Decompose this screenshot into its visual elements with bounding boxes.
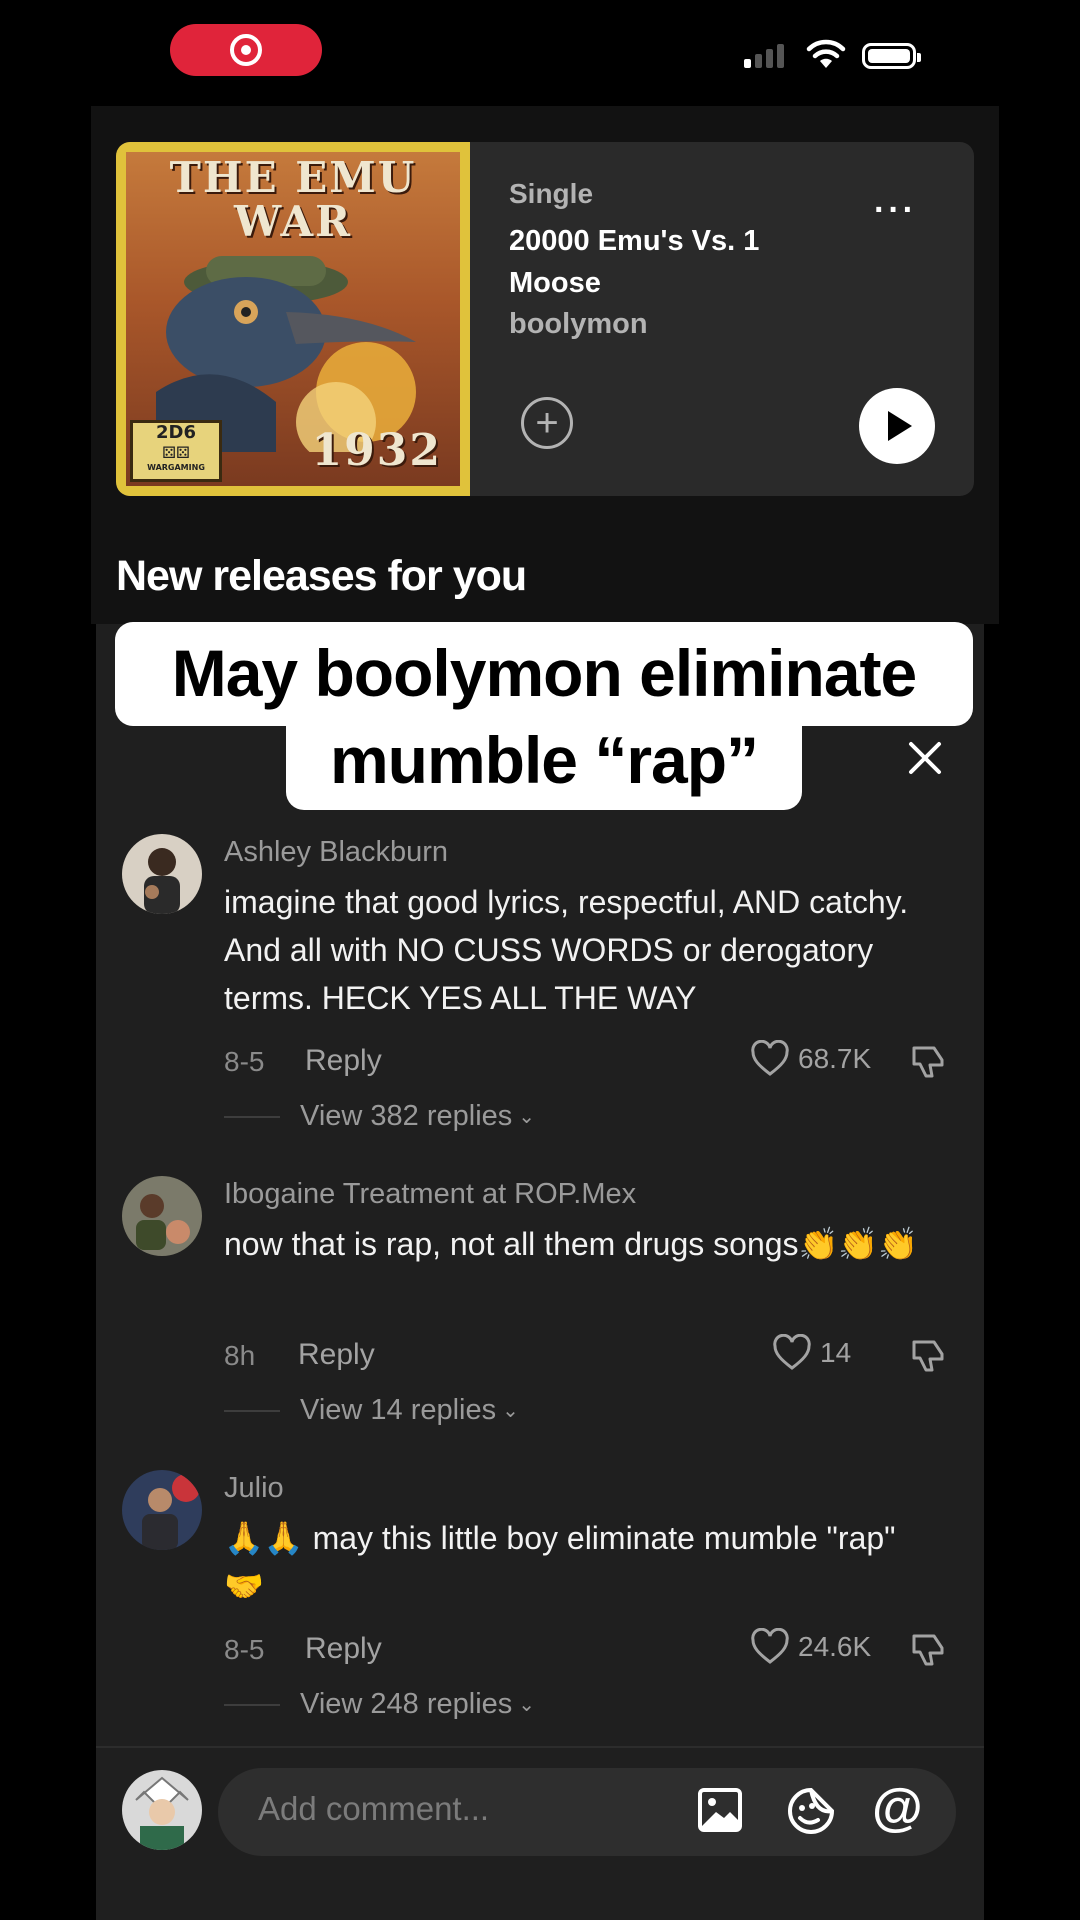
comment-text: imagine that good lyrics, respectful, AN… xyxy=(224,884,909,1016)
reply-button[interactable]: Reply xyxy=(298,1338,375,1372)
play-icon[interactable] xyxy=(859,388,935,464)
screen-record-indicator[interactable] xyxy=(170,24,322,76)
like-count: 14 xyxy=(820,1337,852,1368)
add-circle-icon[interactable]: + xyxy=(521,397,573,449)
section-title: New releases for you xyxy=(116,552,527,600)
my-avatar xyxy=(122,1770,202,1850)
cover-year: 1932 xyxy=(311,425,442,476)
heart-icon xyxy=(751,1628,789,1664)
chevron-down-icon: ⌄ xyxy=(502,1400,519,1422)
dislike-icon[interactable] xyxy=(908,1336,948,1376)
like-count: 24.6K xyxy=(798,1631,872,1662)
avatar[interactable] xyxy=(122,1176,202,1256)
view-replies-label: View 382 replies xyxy=(300,1100,513,1132)
dice-icon: ⚄⚄ xyxy=(162,443,190,462)
reply-button[interactable]: Reply xyxy=(305,1044,382,1078)
caption-line-1: May boolymon eliminate xyxy=(115,622,973,726)
screen-record-icon xyxy=(230,34,262,66)
cover-title: THE EMU WAR xyxy=(169,153,417,246)
comment-date: 8-5 xyxy=(224,1046,265,1077)
like-button[interactable]: 24.6K xyxy=(750,1628,871,1666)
signal-bars-icon xyxy=(744,44,784,68)
release-type: Single xyxy=(509,178,594,209)
comment-input-placeholder[interactable]: Add comment... xyxy=(258,1790,489,1828)
view-replies[interactable]: View 14 replies ⌄ xyxy=(224,1394,519,1427)
comment-username[interactable]: Ashley Blackburn xyxy=(224,836,448,869)
like-button[interactable]: 68.7K xyxy=(750,1040,871,1078)
release-card[interactable]: THE EMU WAR 1932 2D6 ⚄⚄ WARGAMING Single… xyxy=(116,142,974,496)
dislike-icon[interactable] xyxy=(908,1630,948,1670)
at-mention-icon[interactable]: @ xyxy=(872,1780,923,1836)
album-cover[interactable]: THE EMU WAR 1932 2D6 ⚄⚄ WARGAMING xyxy=(116,142,470,496)
avatar[interactable] xyxy=(122,834,202,914)
cover-badge: 2D6 ⚄⚄ WARGAMING xyxy=(130,420,222,482)
comment-username[interactable]: Julio xyxy=(224,1472,284,1505)
heart-icon xyxy=(751,1040,789,1076)
comment-date: 8h xyxy=(224,1340,256,1371)
like-count: 68.7K xyxy=(798,1043,872,1074)
close-icon[interactable] xyxy=(903,736,947,780)
cover-badge-sub: WARGAMING xyxy=(147,463,205,472)
like-button[interactable]: 14 xyxy=(772,1334,851,1372)
caption-line-2: mumble “rap” xyxy=(286,724,802,810)
view-replies-label: View 14 replies xyxy=(300,1394,497,1426)
track-title[interactable]: 20000 Emu's Vs. 1 Moose xyxy=(509,220,809,304)
battery-icon xyxy=(862,43,921,69)
image-icon[interactable] xyxy=(696,1786,744,1834)
avatar[interactable] xyxy=(122,1470,202,1550)
comment-text: now that is rap, not all them drugs song… xyxy=(224,1226,919,1262)
view-replies[interactable]: View 248 replies ⌄ xyxy=(224,1688,535,1721)
comment-username[interactable]: Ibogaine Treatment at ROP.Mex xyxy=(224,1178,636,1211)
comment-date: 8-5 xyxy=(224,1634,265,1665)
chevron-down-icon: ⌄ xyxy=(518,1106,536,1128)
emoji-icon[interactable] xyxy=(786,1786,836,1836)
wifi-icon xyxy=(806,39,846,68)
heart-icon xyxy=(773,1334,811,1370)
divider xyxy=(96,1746,984,1748)
dislike-icon[interactable] xyxy=(908,1042,948,1082)
reply-button[interactable]: Reply xyxy=(305,1632,382,1666)
view-replies-label: View 248 replies xyxy=(300,1688,513,1720)
more-dots-icon[interactable]: ··· xyxy=(874,193,917,227)
comment-sheet xyxy=(96,624,984,1920)
view-replies[interactable]: View 382 replies ⌄ xyxy=(224,1100,535,1133)
comment-text: 🙏🙏 may this little boy eliminate mumble … xyxy=(224,1520,896,1604)
cover-badge-number: 2D6 xyxy=(156,422,196,443)
chevron-down-icon: ⌄ xyxy=(518,1694,536,1716)
artist-name[interactable]: boolymon xyxy=(509,308,648,341)
